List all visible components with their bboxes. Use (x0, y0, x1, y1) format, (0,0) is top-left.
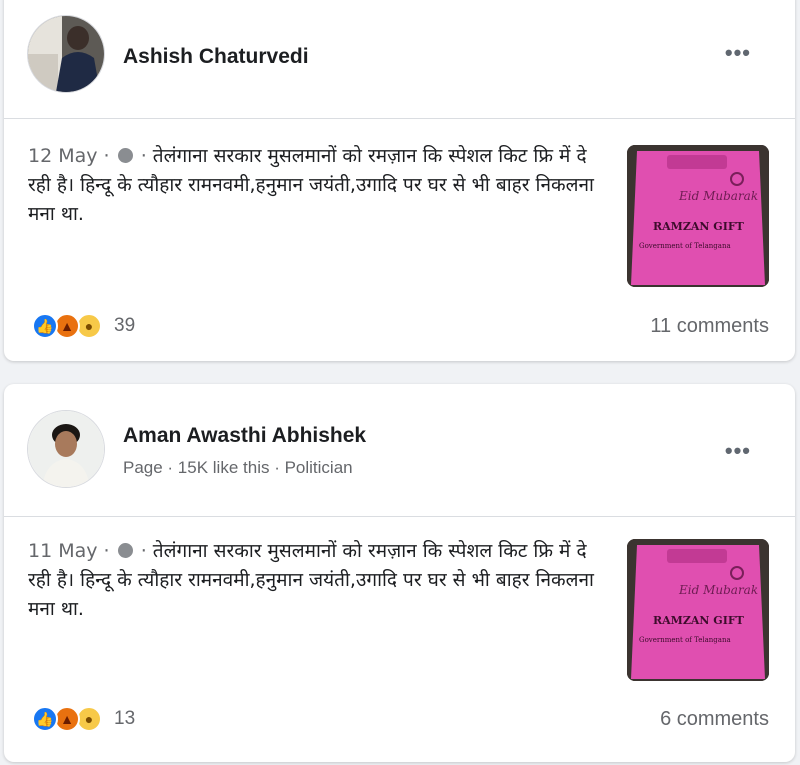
post-card: Ashish Chaturvedi ••• 12 May · · तेलंगान… (4, 0, 795, 361)
image-caption: Government of Telangana (639, 242, 731, 250)
post-text: 12 May · · तेलंगाना सरकार मुसलमानों को र… (28, 142, 598, 229)
separator: · (103, 540, 110, 562)
image-caption: Government of Telangana (639, 636, 731, 644)
post-image[interactable]: Eid Mubarak RAMZAN GIFT Government of Te… (627, 145, 769, 287)
reaction-count: 13 (114, 708, 136, 729)
separator: · (140, 145, 147, 167)
post-image[interactable]: Eid Mubarak RAMZAN GIFT Government of Te… (627, 539, 769, 681)
image-caption: RAMZAN GIFT (653, 614, 745, 627)
comments-link[interactable]: 6 comments (660, 708, 769, 731)
like-icon: 👍 (32, 706, 58, 732)
post-body: तेलंगाना सरकार मुसलमानों को रमज़ान कि स्… (28, 145, 594, 225)
reactions-summary[interactable]: 👍 ▲ ● 13 (32, 706, 135, 732)
page-info: Page · 15K like this · Politician (123, 458, 353, 477)
post-card: Aman Awasthi Abhishek Page · 15K like th… (4, 384, 795, 762)
separator: · (140, 540, 147, 562)
divider (4, 516, 795, 517)
divider (4, 118, 795, 119)
reactions-summary[interactable]: 👍 ▲ ● 39 (32, 313, 135, 339)
image-caption: RAMZAN GIFT (653, 220, 745, 233)
separator: · (103, 145, 110, 167)
comments-link[interactable]: 11 comments (650, 315, 769, 338)
avatar[interactable] (27, 15, 105, 93)
image-caption: Eid Mubarak (678, 583, 758, 597)
image-caption: Eid Mubarak (678, 189, 758, 203)
avatar[interactable] (27, 410, 105, 488)
globe-icon (117, 543, 133, 558)
author-name[interactable]: Ashish Chaturvedi (123, 45, 309, 69)
author-name[interactable]: Aman Awasthi Abhishek (123, 424, 366, 448)
globe-icon (117, 148, 133, 163)
like-icon: 👍 (32, 313, 58, 339)
post-text: 11 May · · तेलंगाना सरकार मुसलमानों को र… (28, 537, 598, 624)
post-date[interactable]: 12 May (28, 145, 98, 167)
reaction-count: 39 (114, 315, 136, 336)
post-body: तेलंगाना सरकार मुसलमानों को रमज़ान कि स्… (28, 540, 594, 620)
more-options-button[interactable]: ••• (725, 438, 751, 464)
post-date[interactable]: 11 May (28, 540, 98, 562)
more-options-button[interactable]: ••• (725, 40, 751, 66)
